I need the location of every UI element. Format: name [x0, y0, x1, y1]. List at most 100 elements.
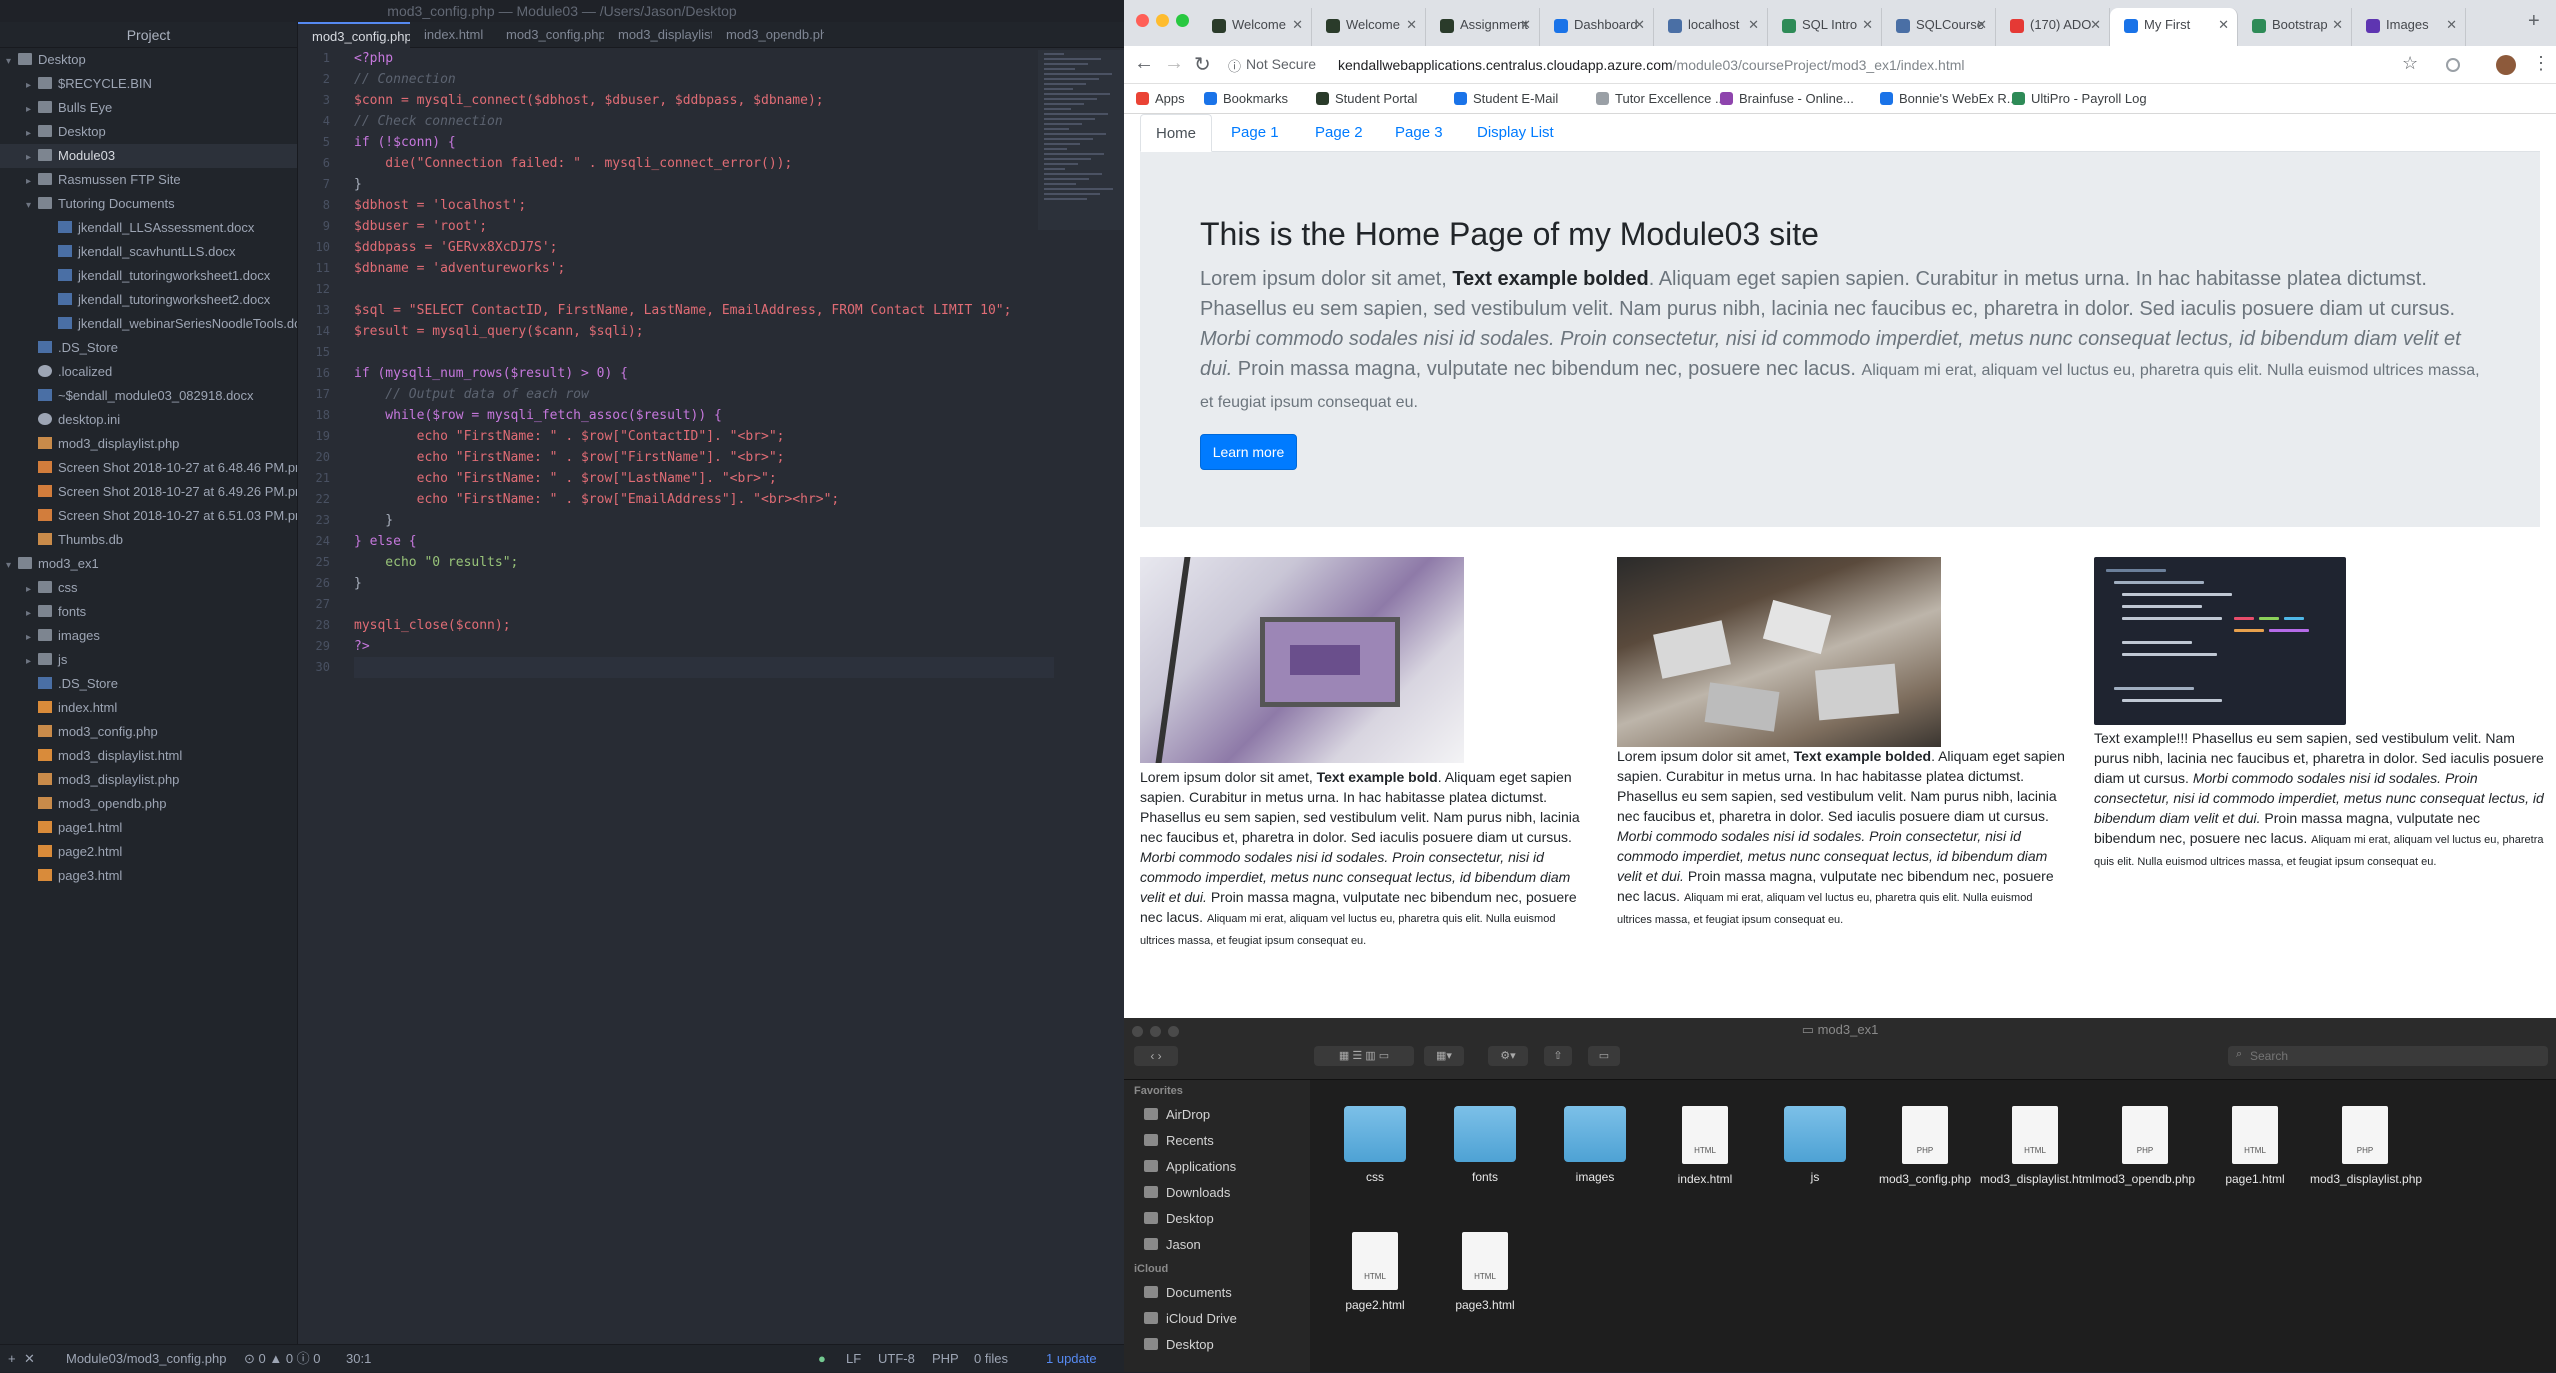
browser-tab[interactable]: SQLCourse ✕ [1882, 8, 1996, 46]
code-line[interactable]: echo "FirstName: " . $row["FirstName"]. … [354, 447, 1054, 468]
browser-tab[interactable]: Images ✕ [2352, 8, 2466, 46]
code-line[interactable]: $dbuser = 'root'; [354, 216, 1054, 237]
tag-icon[interactable]: ▭ [1588, 1046, 1620, 1066]
tree-item[interactable]: page1.html [0, 816, 297, 840]
bookmark-item[interactable]: Bookmarks [1204, 84, 1288, 114]
sidebar-item[interactable]: Recents [1124, 1128, 1310, 1154]
tree-item[interactable]: jkendall_webinarSeriesNoodleTools.docx [0, 312, 297, 336]
browser-tab[interactable]: My First ✕ [2110, 8, 2238, 46]
code-line[interactable]: echo "FirstName: " . $row["ContactID"]. … [354, 426, 1054, 447]
code-line[interactable]: $dbname = 'adventureworks'; [354, 258, 1054, 279]
search-input[interactable] [2228, 1046, 2548, 1066]
sidebar-item[interactable]: Jason [1124, 1232, 1310, 1258]
status-eol[interactable]: LF [846, 1345, 861, 1373]
code-line[interactable]: echo "0 results"; [354, 552, 1054, 573]
tree-item[interactable]: jkendall_LLSAssessment.docx [0, 216, 297, 240]
close-tab-icon[interactable]: ✕ [1634, 8, 1645, 42]
sidebar-item[interactable]: Desktop [1124, 1206, 1310, 1232]
add-icon[interactable]: + [8, 1345, 16, 1373]
finder-item[interactable]: PHP mod3_displaylist.php [2310, 1106, 2422, 1187]
tree-item[interactable]: desktop.ini [0, 408, 297, 432]
code-line[interactable]: // Output data of each row [354, 384, 1054, 405]
tree-item[interactable]: ▸ Desktop [0, 120, 297, 144]
tree-item[interactable]: ▸ Module03 [0, 144, 297, 168]
code-line[interactable]: } [354, 174, 1054, 195]
code-line[interactable]: // Connection [354, 69, 1054, 90]
close-tab-icon[interactable]: ✕ [1520, 8, 1531, 42]
group-icon[interactable]: ▦▾ [1424, 1046, 1464, 1066]
browser-tab[interactable]: localhost ✕ [1654, 8, 1768, 46]
code-line[interactable] [354, 279, 1054, 300]
sidebar-item[interactable]: Documents [1124, 1280, 1310, 1306]
code-line[interactable]: $sql = "SELECT ContactID, FirstName, Las… [354, 300, 1054, 321]
code-editor[interactable]: 1 2 3 4 5 6 7 8 9 10 11 12 13 14 15 16 17 18 19 20 21 22 23 24 2… [298, 48, 1124, 1344]
finder-item[interactable]: HTML mod3_displaylist.html [1980, 1106, 2095, 1187]
browser-tab[interactable]: Dashboard ✕ [1540, 8, 1654, 46]
code-line[interactable] [354, 657, 1054, 678]
editor-tab[interactable]: index.html [410, 22, 492, 48]
finder-item[interactable]: HTML page2.html [1320, 1232, 1430, 1313]
minimap[interactable] [1038, 50, 1124, 230]
bookmark-item[interactable]: Tutor Excellence ... [1596, 84, 1726, 114]
close-icon[interactable]: ✕ [24, 1345, 35, 1373]
code-line[interactable]: <?php [354, 48, 1054, 69]
close-tab-icon[interactable]: ✕ [2332, 8, 2343, 42]
finder-item[interactable]: css [1320, 1106, 1430, 1185]
tree-item[interactable]: ▾ mod3_ex1 [0, 552, 297, 576]
code-line[interactable] [354, 594, 1054, 615]
tree-item[interactable]: .DS_Store [0, 336, 297, 360]
close-tab-icon[interactable]: ✕ [1748, 8, 1759, 42]
tree-item[interactable]: ▸ images [0, 624, 297, 648]
code-line[interactable]: echo "FirstName: " . $row["LastName"]. "… [354, 468, 1054, 489]
finder-item[interactable]: js [1760, 1106, 1870, 1185]
browser-tab[interactable]: (170) ADO ✕ [1996, 8, 2110, 46]
tree-item[interactable]: mod3_config.php [0, 720, 297, 744]
nav-link[interactable]: Home [1140, 114, 1213, 152]
info-icon[interactable]: ⓘ [1228, 56, 1241, 75]
close-tab-icon[interactable]: ✕ [1292, 8, 1303, 42]
code-line[interactable]: } [354, 510, 1054, 531]
sidebar-item[interactable]: iCloud Drive [1124, 1306, 1310, 1332]
tree-item[interactable]: Screen Shot 2018-10-27 at 6.49.26 PM.png [0, 480, 297, 504]
nav-link[interactable]: Page 3 [1380, 114, 1458, 152]
nav-link[interactable]: Display List [1462, 114, 1569, 152]
tree-item[interactable]: index.html [0, 696, 297, 720]
finder-item[interactable]: HTML page1.html [2200, 1106, 2310, 1187]
browser-tab[interactable]: Welcome ✕ [1312, 8, 1426, 46]
close-tab-icon[interactable]: ✕ [1862, 8, 1873, 42]
tree-item[interactable]: page2.html [0, 840, 297, 864]
code-line[interactable]: ?> [354, 636, 1054, 657]
code-lines[interactable]: <?php// Connection $conn = mysqli_connect… [354, 48, 1054, 678]
browser-tab[interactable]: Bootstrap ✕ [2238, 8, 2352, 46]
tree-item[interactable]: ▾ Desktop [0, 48, 297, 72]
close-tab-icon[interactable]: ✕ [1406, 8, 1417, 42]
tree-item[interactable]: jkendall_tutoringworksheet1.docx [0, 264, 297, 288]
code-line[interactable] [354, 342, 1054, 363]
close-tab-icon[interactable]: ✕ [2446, 8, 2457, 42]
code-line[interactable]: if (!$conn) { [354, 132, 1054, 153]
code-line[interactable]: $dbhost = 'localhost'; [354, 195, 1054, 216]
finder-item[interactable]: images [1540, 1106, 1650, 1185]
editor-tab[interactable]: mod3_displaylist.ht [604, 22, 712, 48]
bookmark-item[interactable]: Apps [1136, 84, 1185, 114]
back-icon[interactable]: ← [1134, 52, 1154, 75]
extension-icon[interactable] [2446, 58, 2460, 72]
nav-link[interactable]: Page 2 [1300, 114, 1378, 152]
reload-icon[interactable]: ↻ [1194, 52, 1211, 77]
bookmark-item[interactable]: Student E-Mail [1454, 84, 1558, 114]
tree-item[interactable]: jkendall_tutoringworksheet2.docx [0, 288, 297, 312]
code-line[interactable]: while($row = mysqli_fetch_assoc($result)… [354, 405, 1054, 426]
tree-item[interactable]: ▸ $RECYCLE.BIN [0, 72, 297, 96]
browser-tab[interactable]: SQL Intro ✕ [1768, 8, 1882, 46]
sidebar-item[interactable]: Downloads [1124, 1180, 1310, 1206]
gear-icon[interactable]: ⚙▾ [1488, 1046, 1528, 1066]
tree-item[interactable]: ▾ Tutoring Documents [0, 192, 297, 216]
tree-item[interactable]: .DS_Store [0, 672, 297, 696]
bookmark-item[interactable]: Brainfuse - Online... [1720, 84, 1854, 114]
tree-item[interactable]: page3.html [0, 864, 297, 888]
back-forward-buttons[interactable]: ‹ › [1134, 1046, 1178, 1066]
zoom-window-icon[interactable] [1176, 14, 1189, 27]
status-update[interactable]: 1 update [1046, 1345, 1097, 1373]
forward-icon[interactable]: → [1164, 52, 1184, 75]
finder-item[interactable]: HTML page3.html [1430, 1232, 1540, 1313]
